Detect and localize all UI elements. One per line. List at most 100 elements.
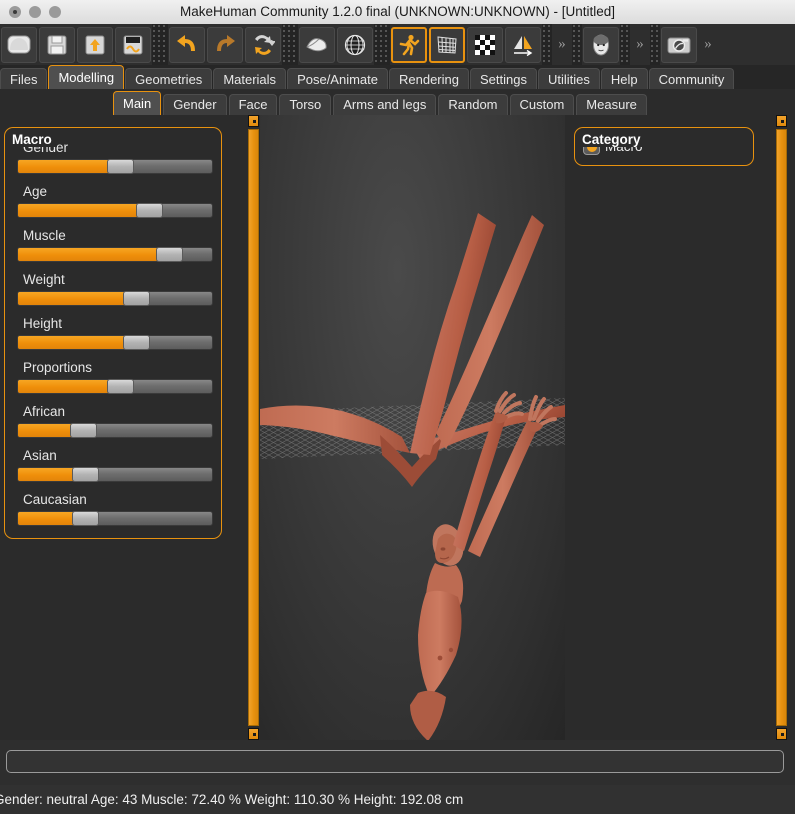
subtab-main[interactable]: Main bbox=[113, 91, 162, 115]
slider-handle-age bbox=[136, 203, 164, 218]
sub-tab-bar: Main Gender Face Torso Arms and legs Ran… bbox=[0, 89, 795, 115]
subtab-random[interactable]: Random bbox=[438, 94, 508, 115]
slider-fill-proportions bbox=[18, 380, 110, 393]
toolbar-separator bbox=[620, 24, 630, 65]
progress-bar[interactable] bbox=[6, 750, 784, 773]
slider-fill-age bbox=[18, 204, 139, 217]
symmetry-icon[interactable] bbox=[505, 26, 541, 63]
title-bar: MakeHuman Community 1.2.0 final (UNKNOWN… bbox=[0, 0, 795, 25]
tab-community[interactable]: Community bbox=[648, 68, 735, 89]
3d-model-viewport[interactable] bbox=[260, 115, 565, 740]
checker-icon[interactable] bbox=[467, 26, 503, 63]
redo-icon[interactable] bbox=[207, 26, 243, 63]
slider-fill-african bbox=[18, 424, 73, 437]
slider-height[interactable]: Height bbox=[13, 316, 213, 350]
toolbar-group-capture bbox=[660, 24, 698, 65]
right-splitter-bar[interactable] bbox=[776, 129, 787, 726]
subtab-gender[interactable]: Gender bbox=[163, 94, 227, 115]
slider-handle-gender bbox=[107, 159, 135, 174]
tab-pose-animate[interactable]: Pose/Animate bbox=[287, 68, 388, 89]
save-icon[interactable] bbox=[77, 26, 113, 63]
slider-handle-proportions bbox=[107, 379, 135, 394]
slider-track-height[interactable] bbox=[17, 335, 213, 350]
save-target-icon[interactable] bbox=[115, 26, 151, 63]
toolbar-group-face bbox=[582, 24, 620, 65]
slider-fill-gender bbox=[18, 160, 110, 173]
tab-help[interactable]: Help bbox=[600, 68, 648, 89]
right-splitter-grip-bottom[interactable] bbox=[776, 728, 787, 740]
right-splitter[interactable] bbox=[775, 115, 788, 740]
slider-proportions[interactable]: Proportions bbox=[13, 360, 213, 394]
toolbar-group-mesh bbox=[298, 24, 374, 65]
tab-modelling[interactable]: Modelling bbox=[48, 65, 125, 89]
main-toolbar: » » » bbox=[0, 24, 795, 65]
undo-icon[interactable] bbox=[169, 26, 205, 63]
macro-group-title: Macro bbox=[9, 132, 57, 147]
tab-rendering[interactable]: Rendering bbox=[389, 68, 469, 89]
toolbar-separator bbox=[572, 24, 582, 65]
bottom-bar: Gender: neutral Age: 43 Muscle: 72.40 % … bbox=[0, 740, 795, 814]
grid-icon[interactable] bbox=[429, 26, 465, 63]
slider-caucasian[interactable]: Caucasian bbox=[13, 492, 213, 526]
slider-label-age: Age bbox=[23, 184, 48, 199]
subtab-measure[interactable]: Measure bbox=[576, 94, 647, 115]
toolbar-overflow-chevron-2[interactable]: » bbox=[630, 26, 650, 63]
slider-label-asian: Asian bbox=[23, 448, 57, 463]
toolbar-separator bbox=[650, 24, 660, 65]
slider-fill-height bbox=[18, 336, 125, 349]
toolbar-overflow-chevron-1[interactable]: » bbox=[552, 26, 572, 63]
slider-weight[interactable]: Weight bbox=[13, 272, 213, 306]
slider-track-muscle[interactable] bbox=[17, 247, 213, 262]
tab-geometries[interactable]: Geometries bbox=[125, 68, 213, 89]
toolbar-separator bbox=[282, 24, 298, 65]
toolbar-separator bbox=[152, 24, 168, 65]
camera-icon[interactable] bbox=[661, 26, 697, 63]
reset-mesh-icon[interactable] bbox=[245, 26, 281, 63]
slider-track-age[interactable] bbox=[17, 203, 213, 218]
slider-handle-asian bbox=[72, 467, 100, 482]
slider-track-caucasian[interactable] bbox=[17, 511, 213, 526]
face-icon[interactable] bbox=[583, 26, 619, 63]
macro-group-box: Macro Gender Age Muscle Weight Height Pr… bbox=[4, 127, 222, 539]
slider-muscle[interactable]: Muscle bbox=[13, 228, 213, 262]
toolbar-group-view bbox=[390, 24, 542, 65]
subtab-torso[interactable]: Torso bbox=[279, 94, 332, 115]
wireframe-globe-icon[interactable] bbox=[337, 26, 373, 63]
left-splitter-bar[interactable] bbox=[248, 129, 259, 726]
slider-fill-weight bbox=[18, 292, 125, 305]
subtab-custom[interactable]: Custom bbox=[509, 94, 575, 115]
tab-materials[interactable]: Materials bbox=[213, 68, 287, 89]
toolbar-separator bbox=[374, 24, 390, 65]
left-splitter-grip-bottom[interactable] bbox=[248, 728, 259, 740]
load-icon[interactable] bbox=[39, 26, 75, 63]
subtab-arms-and-legs[interactable]: Arms and legs bbox=[333, 94, 437, 115]
close-button[interactable] bbox=[9, 6, 21, 18]
slider-handle-weight bbox=[122, 291, 150, 306]
left-splitter-grip-top[interactable] bbox=[248, 115, 259, 127]
slider-label-weight: Weight bbox=[23, 272, 65, 287]
slider-track-african[interactable] bbox=[17, 423, 213, 438]
left-splitter[interactable] bbox=[247, 115, 260, 740]
slider-track-asian[interactable] bbox=[17, 467, 213, 482]
slider-handle-muscle bbox=[155, 247, 183, 262]
toolbar-overflow-chevron-3[interactable]: » bbox=[698, 26, 718, 63]
toolbar-group-edit bbox=[168, 24, 282, 65]
tab-files[interactable]: Files bbox=[0, 68, 48, 89]
maximize-button[interactable] bbox=[49, 6, 61, 18]
slider-track-proportions[interactable] bbox=[17, 379, 213, 394]
new-icon[interactable] bbox=[1, 26, 37, 63]
tab-settings[interactable]: Settings bbox=[470, 68, 537, 89]
right-splitter-grip-top[interactable] bbox=[776, 115, 787, 127]
pose-icon[interactable] bbox=[391, 26, 427, 63]
slider-asian[interactable]: Asian bbox=[13, 448, 213, 482]
smooth-icon[interactable] bbox=[299, 26, 335, 63]
slider-handle-african bbox=[70, 423, 98, 438]
slider-track-weight[interactable] bbox=[17, 291, 213, 306]
slider-age[interactable]: Age bbox=[13, 184, 213, 218]
minimize-button[interactable] bbox=[29, 6, 41, 18]
slider-african[interactable]: African bbox=[13, 404, 213, 438]
subtab-face[interactable]: Face bbox=[228, 94, 278, 115]
tab-utilities[interactable]: Utilities bbox=[537, 68, 600, 89]
slider-track-gender[interactable] bbox=[17, 159, 213, 174]
category-group-title: Category bbox=[579, 132, 646, 147]
